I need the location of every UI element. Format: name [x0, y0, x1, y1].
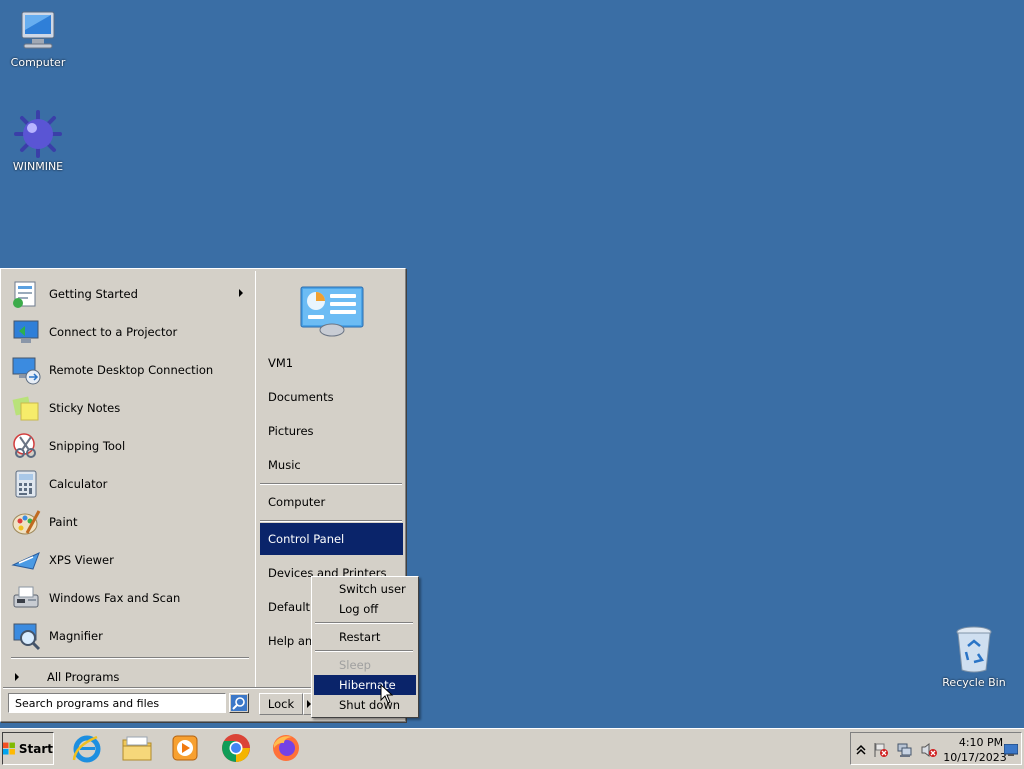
- mouse-cursor-icon: [380, 684, 394, 704]
- taskbar-chrome[interactable]: [219, 731, 253, 765]
- program-paint[interactable]: Paint: [9, 505, 251, 539]
- system-tray: 4:10 PM 10/17/2023: [850, 732, 1022, 765]
- program-sticky-notes[interactable]: Sticky Notes: [9, 391, 251, 425]
- control-panel-picture-icon: [300, 286, 364, 337]
- projector-icon: [9, 315, 43, 349]
- all-programs-arrow-icon: [15, 673, 19, 681]
- places-separator: [260, 520, 402, 522]
- desktop-icon-label: Recycle Bin: [942, 676, 1006, 689]
- mine-icon: [14, 110, 62, 158]
- menu-item-switch-user[interactable]: Switch user: [314, 579, 416, 599]
- start-menu-programs-pane: Getting Started Connect to a Projector R…: [3, 271, 253, 687]
- flag-alert-icon: [874, 743, 888, 757]
- show-desktop-icon: [1004, 744, 1018, 756]
- sticky-notes-icon: [9, 391, 43, 425]
- desktop-icon-recycle-bin[interactable]: Recycle Bin: [936, 624, 1012, 689]
- menu-item-restart[interactable]: Restart: [314, 627, 416, 647]
- program-calculator[interactable]: Calculator: [9, 467, 251, 501]
- computer-icon: [21, 11, 55, 49]
- xps-viewer-icon: [9, 543, 43, 577]
- place-pictures[interactable]: Pictures: [260, 415, 403, 447]
- programs-separator: [11, 657, 249, 659]
- taskbar-internet-explorer[interactable]: [70, 731, 104, 765]
- desktop-icon-computer[interactable]: Computer: [0, 10, 76, 69]
- program-fax-scan[interactable]: Windows Fax and Scan: [9, 581, 251, 615]
- chrome-icon: [222, 734, 250, 762]
- menu-item-sleep: Sleep: [339, 658, 371, 672]
- program-xps-viewer[interactable]: XPS Viewer: [9, 543, 251, 577]
- program-connect-projector[interactable]: Connect to a Projector: [9, 315, 251, 349]
- firefox-icon: [273, 735, 299, 761]
- windows-logo-icon: [3, 742, 15, 755]
- speaker-muted-icon: [921, 743, 937, 757]
- media-player-icon: [172, 735, 198, 761]
- program-remote-desktop[interactable]: Remote Desktop Connection: [9, 353, 251, 387]
- lock-button[interactable]: Lock: [259, 693, 303, 715]
- user-picture[interactable]: [300, 285, 364, 337]
- search-input[interactable]: [8, 693, 226, 713]
- menu-item-hibernate[interactable]: Hibernate: [314, 675, 416, 695]
- power-options-menu: Switch user Log off Restart Sleep Hibern…: [311, 576, 419, 718]
- menu-item-shut-down[interactable]: Shut down: [314, 695, 416, 715]
- search-button[interactable]: [229, 693, 249, 713]
- place-music[interactable]: Music: [260, 449, 403, 481]
- search-icon: [231, 695, 247, 711]
- remote-desktop-icon: [9, 353, 43, 387]
- menu-separator: [315, 622, 413, 624]
- getting-started-icon: [9, 277, 43, 311]
- taskbar-media-player[interactable]: [168, 731, 202, 765]
- place-vm1[interactable]: VM1: [260, 347, 403, 379]
- calculator-icon: [9, 467, 43, 501]
- recycle-bin-icon: [956, 626, 992, 673]
- place-control-panel[interactable]: Control Panel: [260, 523, 403, 555]
- taskbar-firefox[interactable]: [269, 731, 303, 765]
- file-explorer-icon: [122, 736, 152, 761]
- menu-separator: [315, 650, 413, 652]
- show-desktop-button[interactable]: [1003, 742, 1019, 758]
- start-button[interactable]: Start: [2, 732, 54, 765]
- program-snipping-tool[interactable]: Snipping Tool: [9, 429, 251, 463]
- desktop-icon-label: Computer: [10, 56, 66, 69]
- scissors-icon: [9, 429, 43, 463]
- desktop-icon-winmine[interactable]: WINMINE: [0, 110, 76, 173]
- paint-palette-icon: [9, 505, 43, 539]
- place-documents[interactable]: Documents: [260, 381, 403, 413]
- tray-action-center[interactable]: [873, 742, 889, 758]
- program-magnifier[interactable]: Magnifier: [9, 619, 251, 653]
- all-programs-button[interactable]: All Programs: [11, 667, 251, 687]
- place-computer[interactable]: Computer: [260, 486, 403, 518]
- tray-network[interactable]: [897, 742, 913, 758]
- tray-volume[interactable]: [921, 742, 937, 758]
- desktop-icon-label: WINMINE: [12, 160, 64, 173]
- chevron-up-icon: [856, 744, 866, 755]
- internet-explorer-icon: [72, 735, 101, 763]
- program-getting-started[interactable]: Getting Started: [9, 277, 251, 311]
- taskbar-file-explorer[interactable]: [120, 731, 154, 765]
- taskbar: Start 4:10 PM 10/17/2023: [0, 728, 1024, 769]
- clock-date[interactable]: 10/17/2023: [943, 751, 1007, 764]
- submenu-arrow-icon: [239, 289, 243, 297]
- magnifier-icon: [9, 619, 43, 653]
- menu-item-log-off[interactable]: Log off: [314, 599, 416, 619]
- places-separator: [260, 483, 402, 485]
- show-hidden-icons-button[interactable]: [853, 742, 869, 758]
- network-icon: [897, 743, 912, 757]
- fax-icon: [9, 581, 43, 615]
